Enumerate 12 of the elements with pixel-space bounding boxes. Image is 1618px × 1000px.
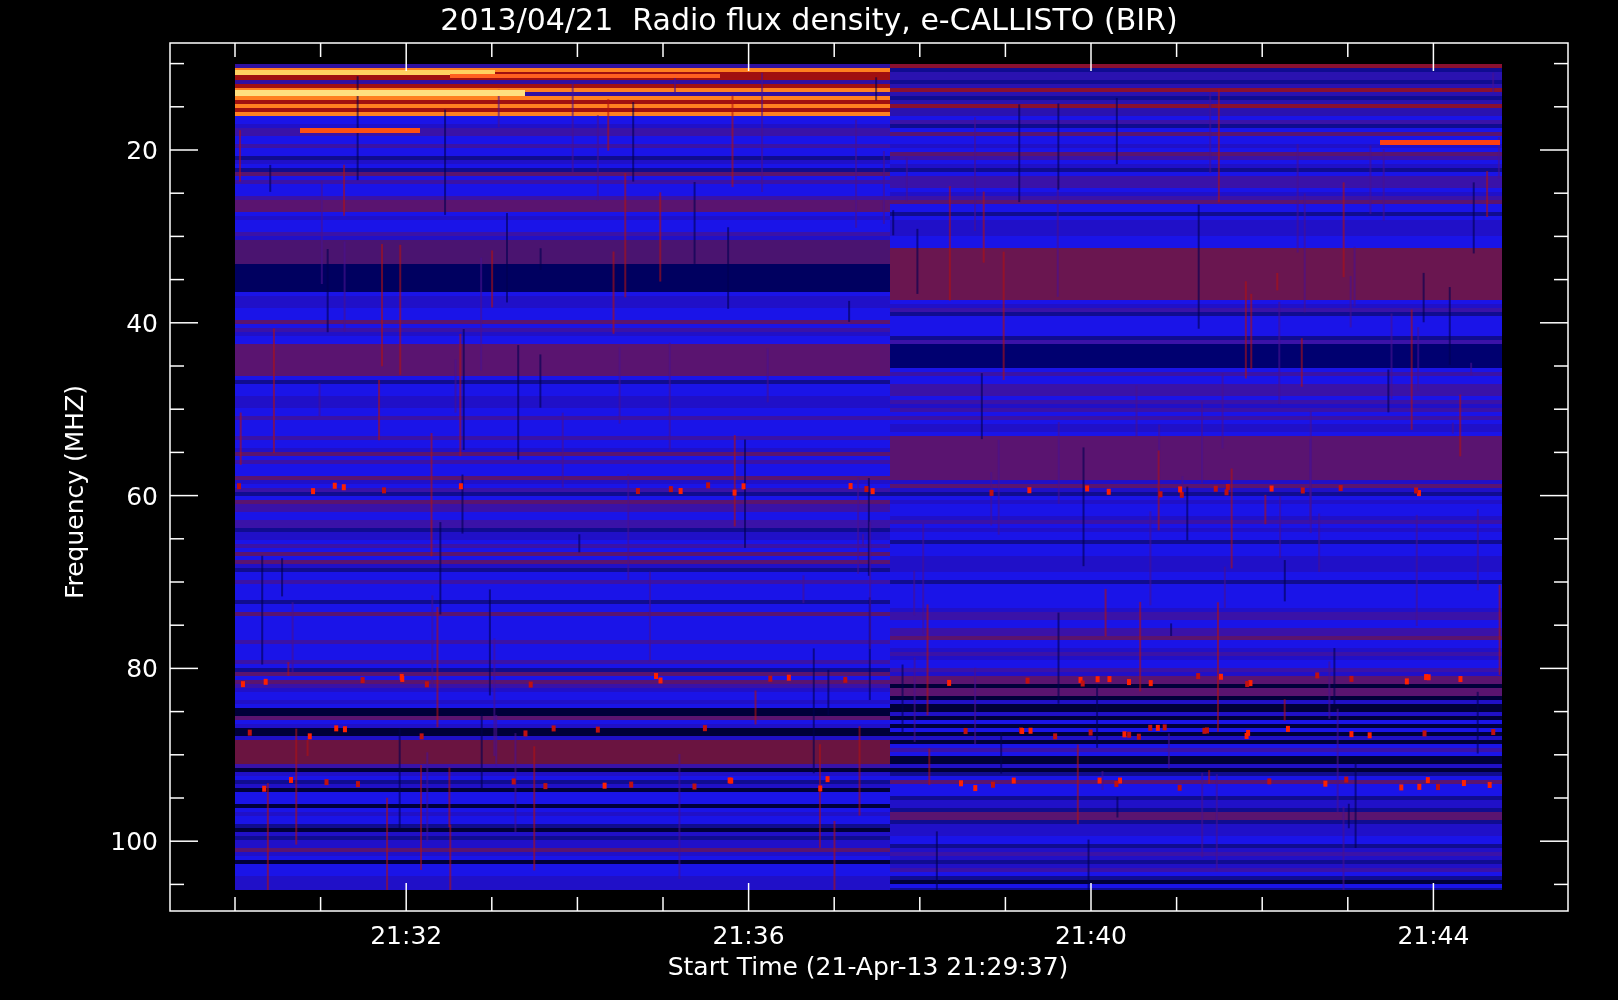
y-tick-label: 20 [126, 136, 158, 165]
x-axis-label: Start Time (21-Apr-13 21:29:37) [667, 952, 1069, 981]
x-tick-label: 21:36 [712, 921, 785, 950]
x-tick-label: 21:40 [1055, 921, 1127, 950]
y-tick-label: 40 [126, 308, 158, 338]
chart-title: 2013/04/21 Radio flux density, e-CALLISTO (BIR) [440, 2, 1178, 37]
y-axis-label: Frequency (MHZ) [60, 384, 89, 600]
x-tick-label: 21:44 [1397, 921, 1470, 950]
y-tick-label: 60 [126, 481, 158, 511]
x-tick-label: 21:32 [370, 921, 443, 950]
y-tick-label: 100 [110, 827, 158, 857]
y-tick-label: 80 [126, 654, 158, 684]
